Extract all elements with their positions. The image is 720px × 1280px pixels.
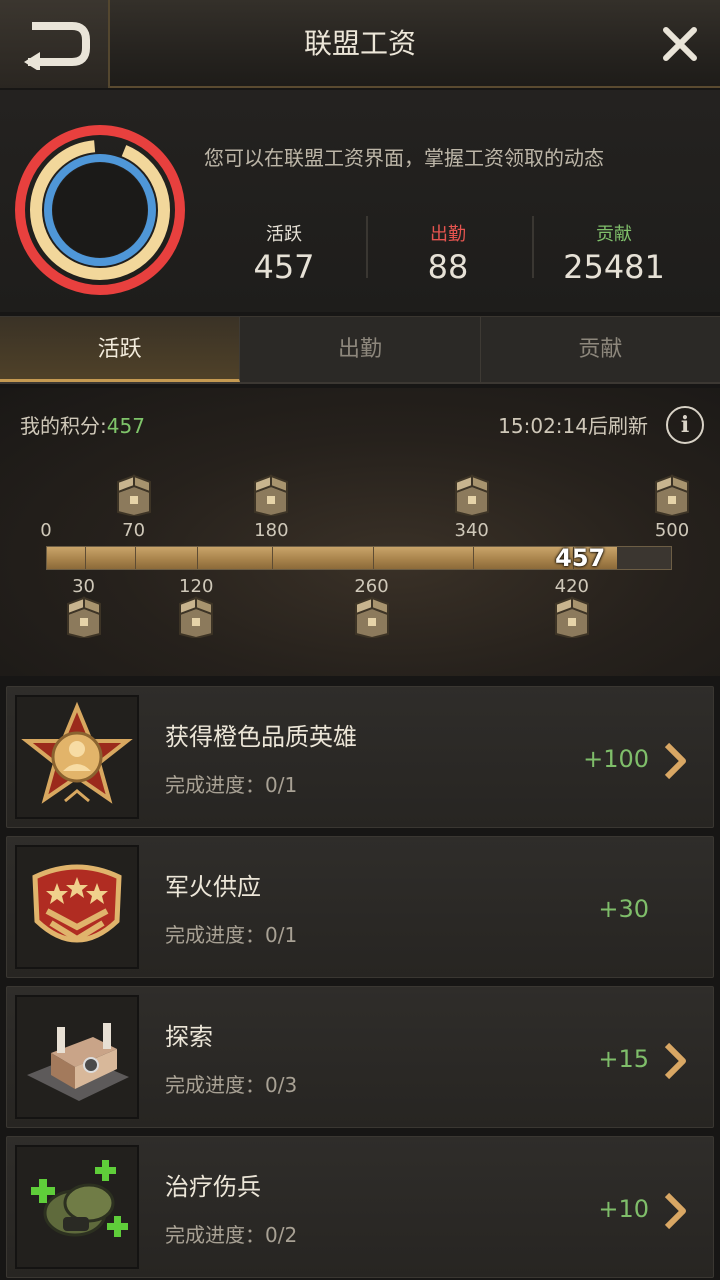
refresh-timer: 15:02:14后刷新: [498, 414, 648, 438]
milestone-start-label: 0: [40, 520, 52, 541]
reward-chest-icon[interactable]: [251, 472, 291, 520]
chevron-right-icon[interactable]: [663, 1191, 687, 1231]
task-reward: +100: [583, 745, 649, 773]
activity-ring-icon: [15, 125, 185, 295]
back-arrow-icon: [24, 22, 90, 70]
stat-attendance: 出勤 88: [368, 220, 528, 286]
bar-tick: [372, 547, 374, 569]
tab-contribution[interactable]: 贡献: [481, 317, 720, 382]
info-button[interactable]: i: [666, 406, 704, 444]
score-progress-value: 457: [555, 544, 606, 572]
task-progress-label: 完成进度：: [165, 1073, 265, 1097]
heal-helmet-icon: [31, 1160, 128, 1237]
bar-tick: [472, 547, 474, 569]
page-title: 联盟工资: [303, 27, 416, 60]
stat-value: 25481: [563, 248, 665, 286]
stat-label: 出勤: [430, 224, 466, 245]
close-button[interactable]: [658, 22, 702, 66]
task-row[interactable]: 治疗伤兵 完成进度：0/2 +10: [6, 1136, 714, 1278]
hero-medal-icon: [21, 701, 133, 804]
my-score: 我的积分:457: [20, 410, 145, 439]
rank-badge-icon: [32, 864, 122, 943]
garage-building-icon: [27, 1023, 129, 1101]
task-progress-value: 0/1: [265, 773, 298, 797]
task-progress: 完成进度：0/3: [165, 1069, 297, 1098]
reward-chest-icon[interactable]: [176, 594, 216, 642]
milestone-label: 340: [454, 520, 489, 541]
stat-value: 457: [253, 248, 315, 286]
task-name: 治疗伤兵: [165, 1173, 261, 1201]
bar-tick: [84, 547, 86, 569]
close-icon: [663, 27, 697, 61]
bar-tick: [197, 547, 199, 569]
score-value: 457: [106, 414, 145, 438]
task-reward: +15: [598, 1045, 649, 1073]
task-row[interactable]: 探索 完成进度：0/3 +15: [6, 986, 714, 1128]
stat-contribution: 贡献 25481: [534, 220, 694, 286]
summary-hint: 您可以在联盟工资界面，掌握工资领取的动态: [204, 146, 604, 170]
task-progress: 完成进度：0/1: [165, 769, 297, 798]
task-row[interactable]: 获得橙色品质英雄 完成进度：0/1 +100: [6, 686, 714, 828]
task-progress: 完成进度：0/1: [165, 919, 297, 948]
bar-tick: [134, 547, 136, 569]
summary-panel: 您可以在联盟工资界面，掌握工资领取的动态 活跃 457 出勤 88 贡献 254…: [0, 90, 720, 312]
stat-value: 88: [427, 248, 469, 286]
milestone-label: 70: [122, 520, 146, 541]
reward-chest-icon[interactable]: [114, 472, 154, 520]
task-progress-label: 完成进度：: [165, 1223, 265, 1247]
task-progress-label: 完成进度：: [165, 923, 265, 947]
reward-chest-icon[interactable]: [64, 594, 104, 642]
milestone-label: 500: [654, 520, 690, 541]
task-progress-label: 完成进度：: [165, 773, 265, 797]
chevron-right-icon[interactable]: [663, 741, 687, 781]
reward-chest-icon[interactable]: [552, 594, 592, 642]
task-progress-value: 0/3: [265, 1073, 298, 1097]
milestone-label: 180: [254, 520, 289, 541]
task-reward: +10: [598, 1195, 649, 1223]
task-name: 获得橙色品质英雄: [165, 723, 357, 751]
tab-bar: 活跃 出勤 贡献: [0, 316, 720, 384]
task-progress-value: 0/1: [265, 923, 298, 947]
score-progress-bar: 457: [46, 544, 672, 572]
score-progress-panel: 我的积分:457 15:02:14后刷新 i 0 70 180 340 500 30 12…: [0, 388, 720, 676]
score-label: 我的积分:: [20, 414, 107, 438]
stat-activity: 活跃 457: [204, 220, 364, 286]
tab-attendance[interactable]: 出勤: [240, 317, 481, 382]
bar-tick: [272, 547, 274, 569]
task-progress: 完成进度：0/2: [165, 1219, 297, 1248]
chevron-right-icon[interactable]: [663, 1041, 687, 1081]
stat-label: 活跃: [266, 224, 302, 245]
task-progress-value: 0/2: [265, 1223, 298, 1247]
header-bar: 联盟工资: [0, 0, 720, 88]
back-button[interactable]: [0, 0, 110, 88]
task-reward: +30: [598, 895, 649, 923]
task-name: 军火供应: [165, 873, 261, 901]
reward-chest-icon[interactable]: [652, 472, 692, 520]
stat-label: 贡献: [596, 224, 632, 245]
task-name: 探索: [165, 1023, 213, 1051]
task-row[interactable]: 军火供应 完成进度：0/1 +30: [6, 836, 714, 978]
score-progress-fill: [47, 547, 618, 569]
reward-chest-icon[interactable]: [452, 472, 492, 520]
reward-chest-icon[interactable]: [352, 594, 392, 642]
tab-activity[interactable]: 活跃: [0, 317, 241, 382]
